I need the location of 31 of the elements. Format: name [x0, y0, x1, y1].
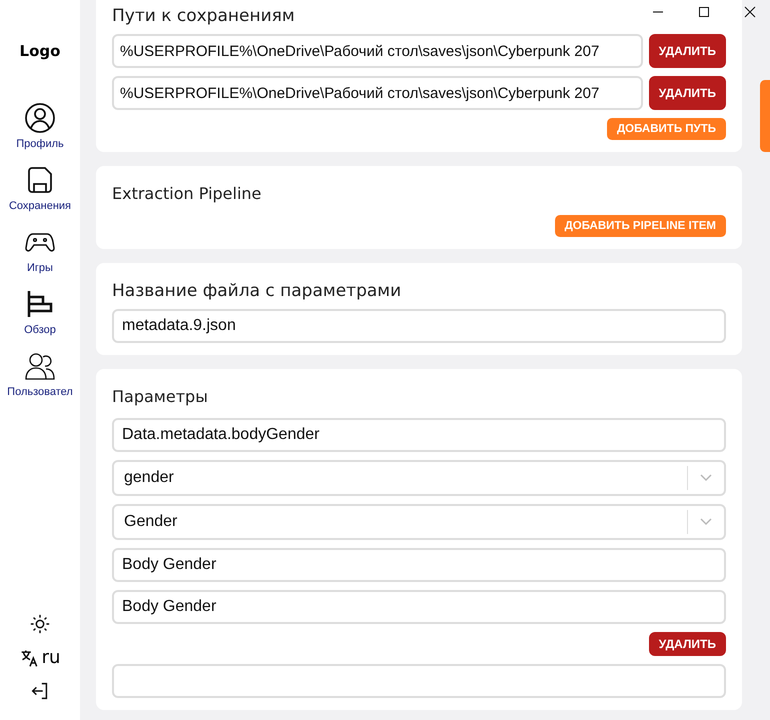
user-icon [24, 102, 56, 134]
section-title: Пути к сохранениям [112, 6, 295, 26]
nav-item[interactable]: Профиль [0, 102, 80, 150]
chevron-down-icon [700, 474, 712, 482]
sun-icon[interactable] [29, 613, 51, 635]
section-title: Extraction Pipeline [112, 184, 262, 203]
parameter-field[interactable] [112, 664, 726, 698]
nav-item[interactable]: Сохранения [0, 164, 80, 212]
maximize-icon[interactable] [698, 6, 710, 18]
parameter-field[interactable]: Data.metadata.bodyGender [112, 418, 726, 452]
delete-button[interactable]: УДАЛИТЬ [648, 632, 726, 656]
dropdown[interactable]: Gender [112, 504, 726, 540]
section-title: Название файла с параметрами [112, 281, 402, 301]
delete-button[interactable]: УДАЛИТЬ [648, 76, 726, 110]
nav-item[interactable]: Игры [0, 226, 80, 274]
nav-item[interactable]: Обзор [0, 288, 80, 336]
logo: Logo [20, 42, 60, 60]
close-icon[interactable] [744, 6, 756, 18]
dropdown[interactable]: gender [112, 460, 726, 496]
parameter-field[interactable]: Body Gender [112, 590, 726, 624]
scrollbar-thumb[interactable] [760, 80, 770, 152]
delete-button[interactable]: УДАЛИТЬ [648, 34, 726, 68]
translate-icon [20, 648, 40, 668]
path-field[interactable]: %USERPROFILE%\OneDrive\Рабочий стол\saves\json\Cyberpunk 207 [112, 34, 643, 68]
section-title: Параметры [112, 387, 208, 406]
path-field[interactable]: %USERPROFILE%\OneDrive\Рабочий стол\saves\json\Cyberpunk 207 [112, 76, 643, 110]
file-name-field[interactable]: metadata.9.json [112, 309, 726, 343]
nav-item[interactable]: Пользовател [0, 350, 80, 398]
language-button[interactable]: ru [20, 647, 60, 668]
chevron-down-icon [700, 518, 712, 526]
parameter-field[interactable]: Body Gender [112, 548, 726, 582]
